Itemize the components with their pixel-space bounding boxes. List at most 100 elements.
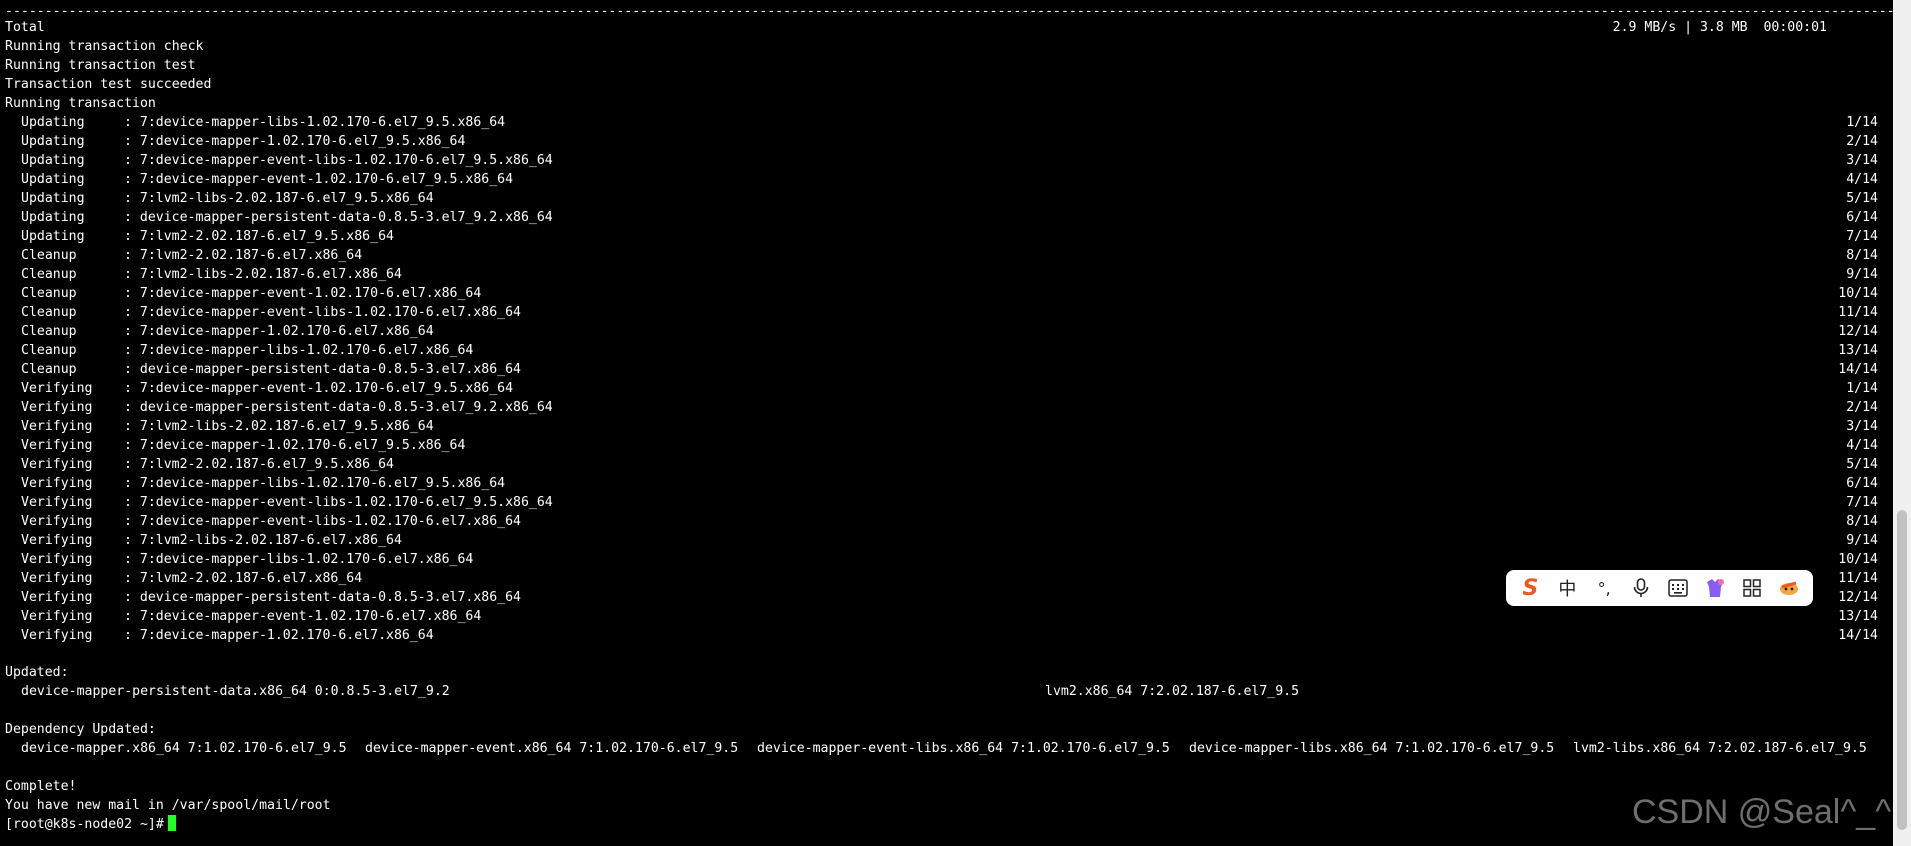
step-action: Verifying (21, 609, 93, 624)
step-package: : 7:device-mapper-libs-1.02.170-6.el7_9.… (124, 115, 506, 130)
total-stats: 2.9 MB/s | 3.8 MB 00:00:01 (1612, 20, 1827, 35)
total-label: Total (5, 20, 45, 35)
step-progress: 3/14 (1846, 419, 1878, 434)
step-package: : 7:lvm2-libs-2.02.187-6.el7_9.5.x86_64 (124, 419, 434, 434)
step-action: Verifying (21, 552, 93, 567)
microphone-svg (1633, 578, 1649, 597)
step-action: Verifying (21, 590, 93, 605)
transaction-step-row: Updating: device-mapper-persistent-data-… (21, 208, 553, 227)
step-package: : 7:device-mapper-1.02.170-6.el7_9.5.x86… (124, 134, 466, 149)
step-package: : 7:device-mapper-event-1.02.170-6.el7.x… (124, 286, 482, 301)
step-progress: 4/14 (1846, 438, 1878, 453)
step-progress: 3/14 (1846, 153, 1878, 168)
skin-icon[interactable] (1700, 573, 1730, 603)
vertical-scrollbar[interactable] (1893, 0, 1911, 846)
updated-package: lvm2.x86_64 7:2.02.187-6.el7_9.5 (1045, 684, 1300, 699)
transaction-step-row: Verifying : 7:lvm2-libs-2.02.187-6.el7_9.… (21, 417, 434, 436)
sogou-logo-icon[interactable]: S (1515, 573, 1545, 603)
step-progress: 5/14 (1846, 457, 1878, 472)
step-package: : 7:device-mapper-1.02.170-6.el7.x86_64 (124, 628, 434, 643)
preamble-line: Running transaction test (5, 58, 196, 73)
chinese-mode-icon[interactable]: 中 (1552, 573, 1582, 603)
ime-toolbar[interactable]: S 中 °, (1506, 570, 1813, 606)
step-package: : 7:device-mapper-event-libs-1.02.170-6.… (124, 495, 553, 510)
dependency-updated-heading: Dependency Updated: (5, 722, 156, 737)
separator-line: ----------------------------------------… (5, 4, 1893, 16)
step-package: : 7:lvm2-libs-2.02.187-6.el7.x86_64 (124, 267, 402, 282)
step-package: : 7:lvm2-2.02.187-6.el7.x86_64 (124, 248, 363, 263)
step-action: Updating (21, 134, 85, 149)
preamble-line: Running transaction (5, 96, 156, 111)
step-progress: 13/14 (1838, 609, 1878, 624)
step-progress: 4/14 (1846, 172, 1878, 187)
transaction-step-row: Updating : 7:device-mapper-1.02.170-6.el7… (21, 132, 465, 151)
step-package: : 7:device-mapper-1.02.170-6.el7_9.5.x86… (124, 438, 466, 453)
preamble-line: Transaction test succeeded (5, 77, 212, 92)
terminal-window[interactable]: ----------------------------------------… (0, 0, 1893, 846)
dependency-package: device-mapper-event.x86_64 7:1.02.170-6.… (365, 741, 739, 756)
step-package: : 7:device-mapper-libs-1.02.170-6.el7.x8… (124, 343, 474, 358)
step-progress: 14/14 (1838, 362, 1878, 377)
punctuation-icon[interactable]: °, (1589, 573, 1619, 603)
command-prompt[interactable]: [root@k8s-node02 ~]# (5, 815, 176, 834)
transaction-step-row: Cleanup : 7:device-mapper-event-1.02.170-… (21, 284, 481, 303)
step-package: : 7:device-mapper-event-1.02.170-6.el7_9… (124, 172, 514, 187)
transaction-step-row: Verifying: 7:device-mapper-event-1.02.17… (21, 379, 513, 398)
dependency-package: device-mapper-libs.x86_64 7:1.02.170-6.e… (1189, 741, 1555, 756)
step-action: Verifying (21, 419, 93, 434)
transaction-step-row: Verifying: 7:device-mapper-libs-1.02.170… (21, 550, 473, 569)
dependency-package: lvm2-libs.x86_64 7:2.02.187-6.el7_9.5 (1573, 741, 1867, 756)
step-progress: 9/14 (1846, 533, 1878, 548)
mail-notice: You have new mail in /var/spool/mail/roo… (5, 798, 331, 813)
step-action: Verifying (21, 628, 93, 643)
mode-glyph: 中 (1558, 579, 1577, 600)
transaction-step-row: Cleanup : 7:lvm2-libs-2.02.187-6.el7.x86_… (21, 265, 402, 284)
step-package: : 7:device-mapper-event-1.02.170-6.el7_9… (124, 381, 514, 396)
prompt-text: [root@k8s-node02 ~]# (5, 817, 164, 832)
microphone-icon[interactable] (1626, 573, 1656, 603)
updated-heading: Updated: (5, 665, 69, 680)
transaction-step-row: Cleanup: 7:device-mapper-1.02.170-6.el7.… (21, 322, 434, 341)
step-progress: 6/14 (1846, 210, 1878, 225)
transaction-step-row: Verifying: 7:device-mapper-event-libs-1.… (21, 512, 521, 531)
step-package: : 7:device-mapper-event-1.02.170-6.el7.x… (124, 609, 482, 624)
step-progress: 7/14 (1846, 495, 1878, 510)
step-package: : device-mapper-persistent-data-0.8.5-3.… (124, 210, 553, 225)
step-package: : device-mapper-persistent-data-0.8.5-3.… (124, 590, 521, 605)
transaction-step-row: Cleanup: 7:device-mapper-libs-1.02.170-6… (21, 341, 473, 360)
step-action: Updating (21, 153, 85, 168)
step-action: Verifying (21, 533, 93, 548)
step-package: : device-mapper-persistent-data-0.8.5-3.… (124, 362, 521, 377)
step-package: : 7:device-mapper-event-libs-1.02.170-6.… (124, 514, 521, 529)
step-progress: 14/14 (1838, 628, 1878, 643)
scrollbar-thumb[interactable] (1897, 510, 1907, 830)
transaction-step-row: Verifying: 7:lvm2-2.02.187-6.el7_9.5.x86… (21, 455, 394, 474)
transaction-step-row: Updating: 7:lvm2-2.02.187-6.el7_9.5.x86_… (21, 227, 394, 246)
transaction-step-row: Verifying: 7:lvm2-libs-2.02.187-6.el7.x8… (21, 531, 402, 550)
step-action: Cleanup (21, 267, 77, 282)
step-package: : 7:lvm2-2.02.187-6.el7_9.5.x86_64 (124, 457, 394, 472)
step-action: Verifying (21, 400, 93, 415)
step-progress: 11/14 (1838, 571, 1878, 586)
step-progress: 2/14 (1846, 400, 1878, 415)
step-action: Cleanup (21, 362, 77, 377)
csdn-watermark: CSDN @Seal^_^ (1632, 793, 1892, 831)
punctuation-glyph: °, (1597, 578, 1611, 598)
step-progress: 10/14 (1838, 552, 1878, 567)
keyboard-icon[interactable] (1663, 573, 1693, 603)
step-package: : 7:lvm2-2.02.187-6.el7.x86_64 (124, 571, 363, 586)
transaction-step-row: Verifying : 7:device-mapper-1.02.170-6.el… (21, 436, 465, 455)
step-package: : 7:lvm2-libs-2.02.187-6.el7_9.5.x86_64 (124, 191, 434, 206)
step-package: : 7:device-mapper-1.02.170-6.el7.x86_64 (124, 324, 434, 339)
step-action: Cleanup (21, 248, 77, 263)
step-action: Cleanup (21, 286, 77, 301)
step-action: Verifying (21, 571, 93, 586)
step-progress: 12/14 (1838, 590, 1878, 605)
transaction-step-row: Verifying : 7:device-mapper-1.02.170-6.el… (21, 626, 434, 645)
updated-package: device-mapper-persistent-data.x86_64 0:0… (21, 684, 450, 699)
apps-grid-icon[interactable] (1737, 573, 1767, 603)
transaction-step-row: Updating: 7:device-mapper-event-libs-1.0… (21, 151, 553, 170)
step-progress: 10/14 (1838, 286, 1878, 301)
toolbox-icon[interactable] (1774, 573, 1804, 603)
step-action: Verifying (21, 438, 93, 453)
